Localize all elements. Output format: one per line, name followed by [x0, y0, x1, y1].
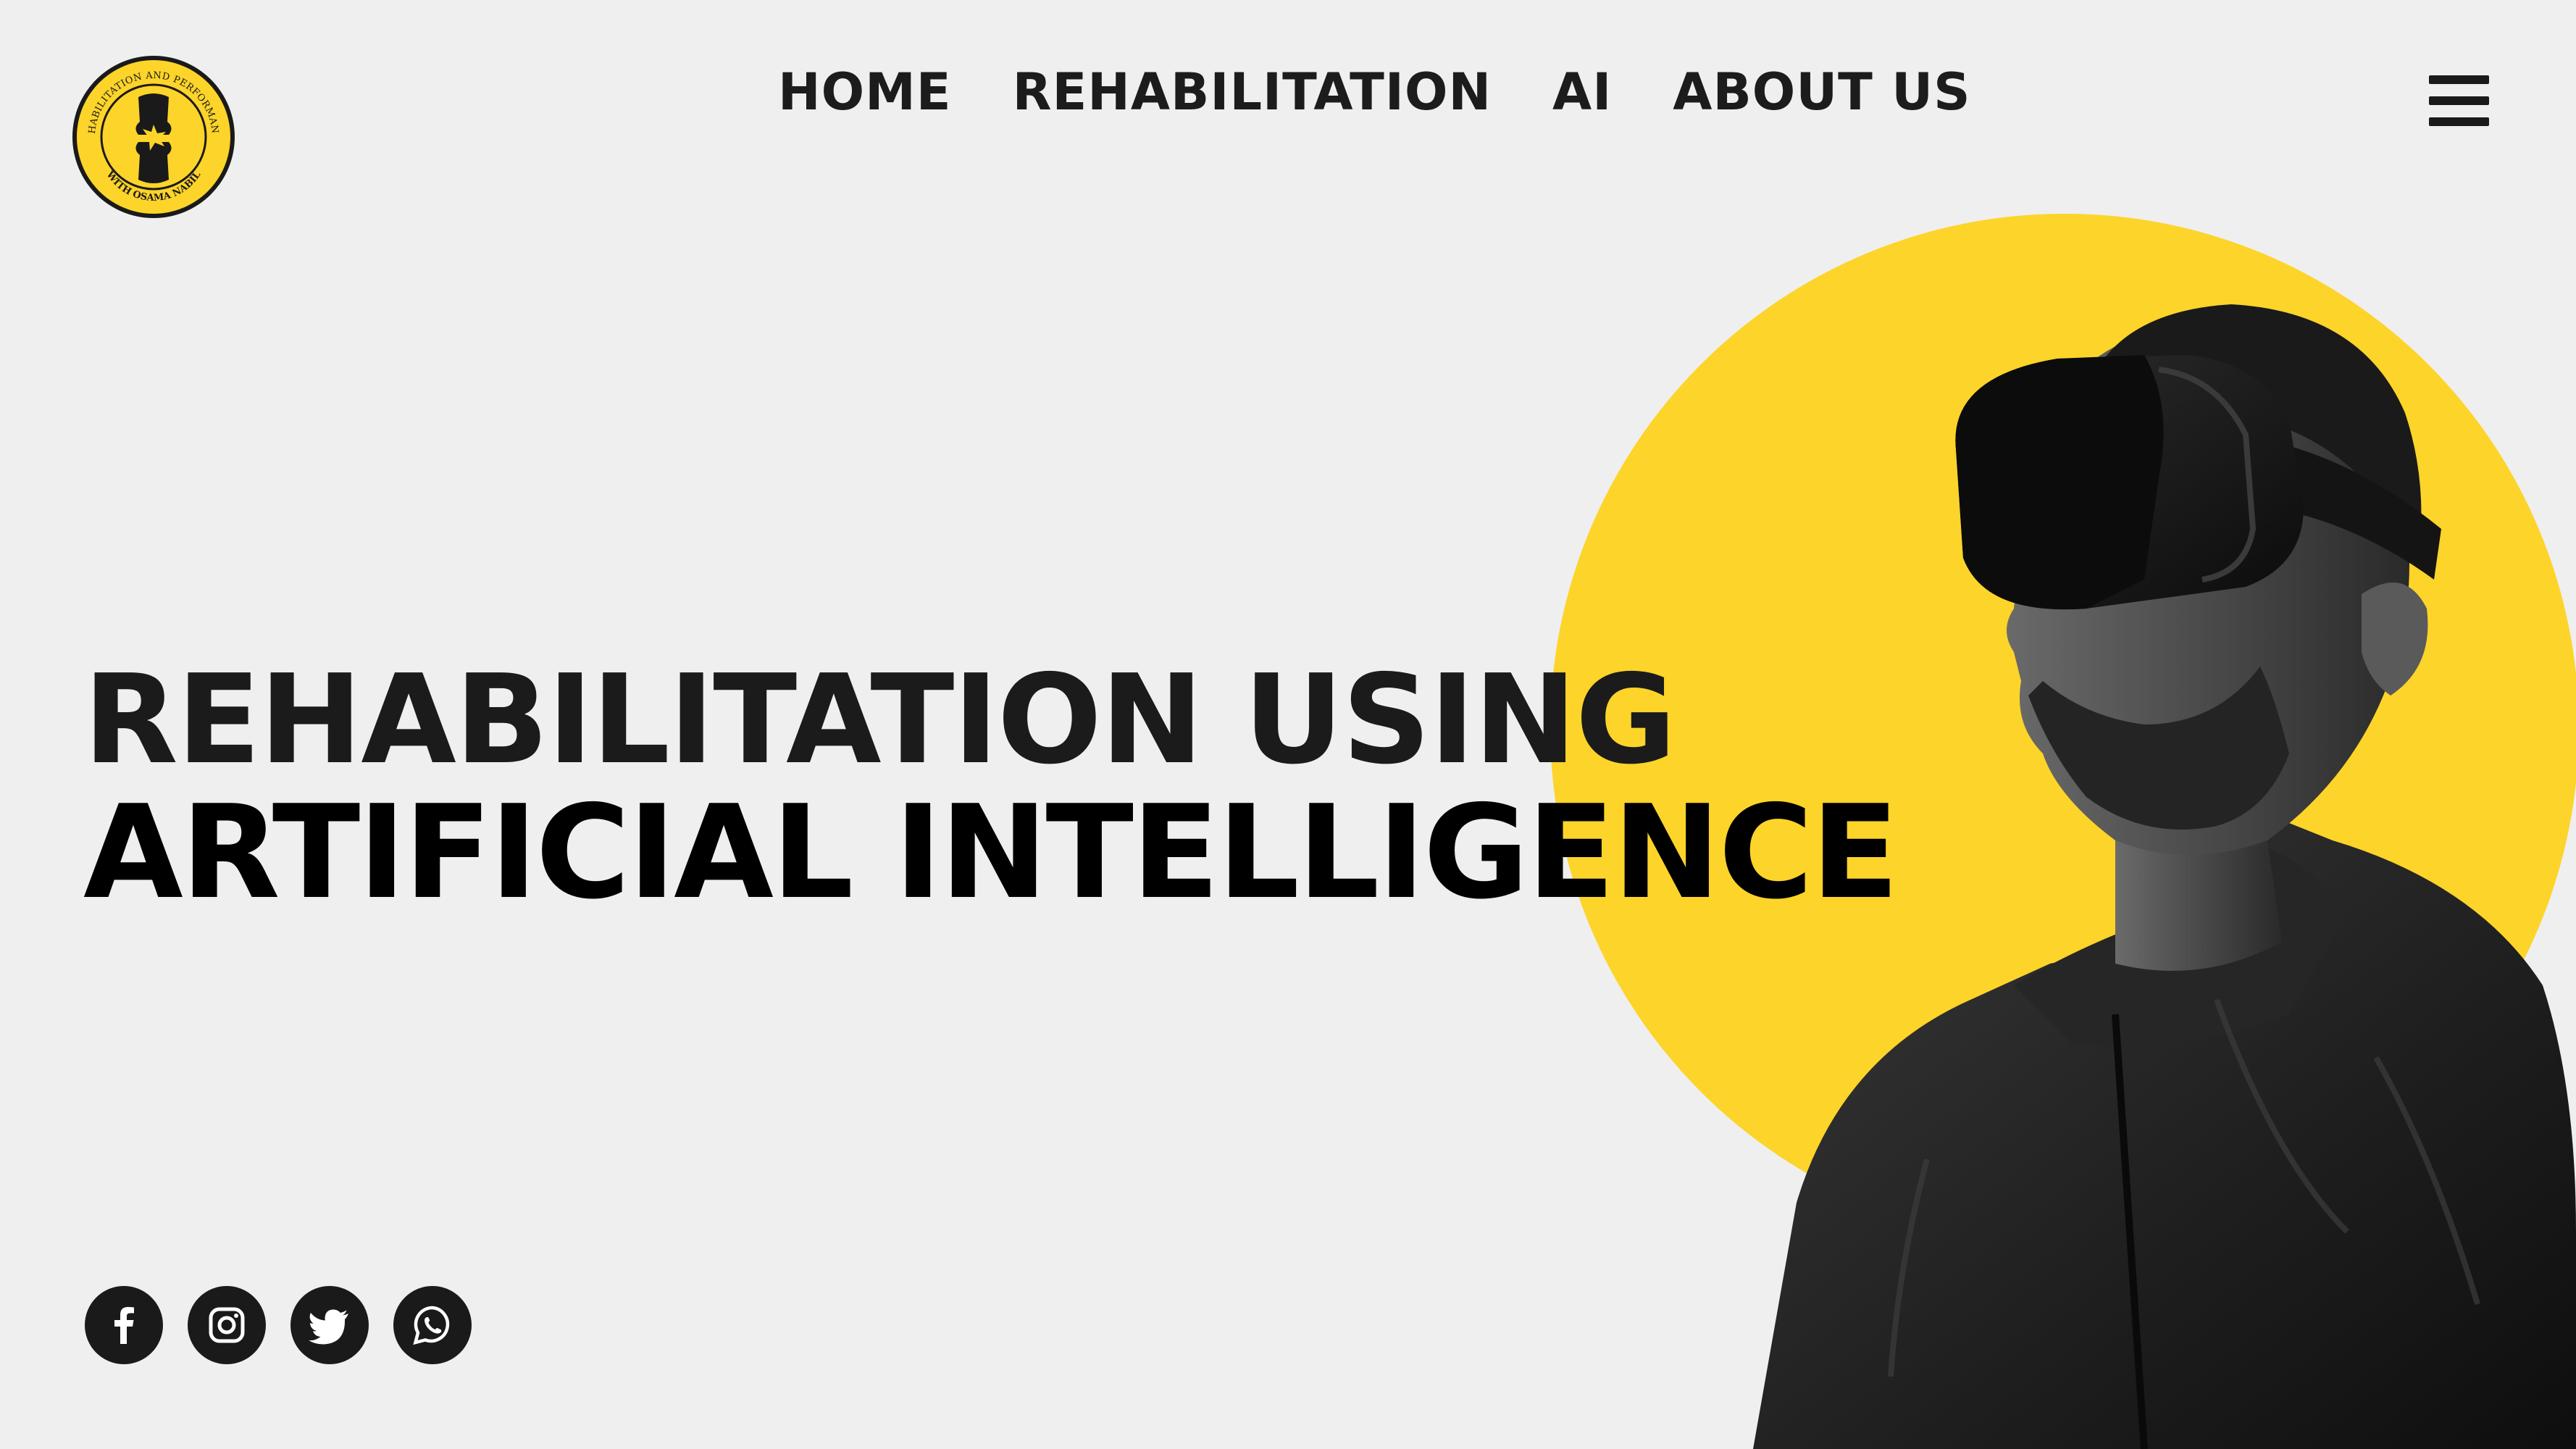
brand-logo[interactable]: REHABILITATION AND PERFORMANCE WITH OSAM… [65, 44, 238, 222]
hero-headline-line1: REHABILITATION USING [83, 648, 1676, 792]
instagram-icon[interactable] [188, 1286, 266, 1364]
nav-about-us[interactable]: ABOUT US [1673, 67, 1970, 117]
hamburger-menu-icon[interactable] [2429, 75, 2489, 126]
nav-ai[interactable]: AI [1552, 67, 1612, 117]
landing-page: REHABILITATION AND PERFORMANCE WITH OSAM… [0, 0, 2576, 1449]
hero-headline: REHABILITATION USING ARTIFICIAL INTELLIG… [83, 648, 1899, 927]
main-nav: HOME REHABILITATION AI ABOUT US [778, 67, 1971, 117]
brand-logo-seal: REHABILITATION AND PERFORMANCE WITH OSAM… [65, 44, 235, 218]
hero-headline-line2: ARTIFICIAL INTELLIGENCE [83, 777, 1899, 927]
nav-rehabilitation[interactable]: REHABILITATION [1013, 67, 1492, 117]
whatsapp-icon[interactable] [393, 1286, 472, 1364]
facebook-icon[interactable] [85, 1286, 163, 1364]
nav-home[interactable]: HOME [778, 67, 952, 117]
twitter-icon[interactable] [290, 1286, 369, 1364]
social-links [85, 1286, 472, 1364]
